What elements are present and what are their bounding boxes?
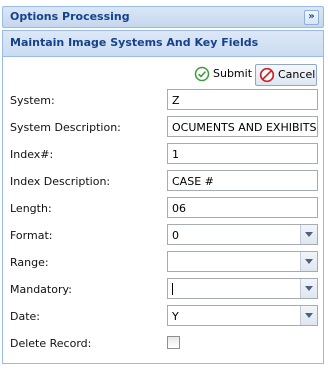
window-title: Options Processing [10,10,130,23]
text-cursor [172,283,173,295]
date-value: Y [172,310,179,323]
length-label: Length: [10,202,52,215]
system-description-row: System Description: OCUMENTS AND EXHIBIT… [10,116,320,138]
format-label: Format: [10,229,53,242]
date-label: Date: [10,310,40,323]
mandatory-label: Mandatory: [10,283,72,296]
index-number-row: Index#: 1 [10,143,320,165]
index-description-label: Index Description: [10,175,111,188]
system-label: System: [10,94,55,107]
length-row: Length: 06 [10,197,320,219]
chevron-down-icon[interactable] [300,279,317,298]
chevron-down-icon[interactable] [300,306,317,325]
date-select[interactable]: Y [167,305,318,326]
range-select[interactable] [167,251,318,272]
length-field[interactable]: 06 [167,197,318,218]
system-description-field[interactable]: OCUMENTS AND EXHIBITS [167,116,318,137]
format-row: Format: 0 [10,224,320,246]
cancel-label: Cancel [278,68,316,81]
cancel-circle-icon [259,67,275,83]
delete-record-label: Delete Record: [10,337,92,350]
system-description-label: System Description: [10,121,121,134]
format-select[interactable]: 0 [167,224,318,245]
system-field[interactable]: Z [167,89,318,110]
submit-button[interactable]: Submit [191,64,253,86]
format-value: 0 [172,229,179,242]
index-description-row: Index Description: CASE # [10,170,320,192]
mandatory-select[interactable] [167,278,318,299]
options-processing-window: Options Processing » Maintain Image Syst… [0,0,328,370]
double-chevron-right-icon: » [308,11,315,22]
window-titlebar: Options Processing » [2,6,324,28]
chevron-down-icon[interactable] [300,225,317,244]
delete-record-row: Delete Record: [10,332,320,354]
range-row: Range: [10,251,320,273]
delete-record-checkbox[interactable] [167,336,180,349]
index-number-label: Index#: [10,148,54,161]
date-row: Date: Y [10,305,320,327]
range-label: Range: [10,256,49,269]
index-description-field[interactable]: CASE # [167,170,318,191]
collapse-button[interactable]: » [304,10,319,25]
index-number-field[interactable]: 1 [167,143,318,164]
maintain-image-systems-panel: Maintain Image Systems And Key Fields Su… [2,30,324,364]
chevron-down-icon[interactable] [300,252,317,271]
submit-label: Submit [213,67,253,80]
check-circle-icon [194,66,210,82]
cancel-button[interactable]: Cancel [255,64,317,86]
system-row: System: Z [10,89,320,111]
mandatory-row: Mandatory: [10,278,320,300]
panel-title: Maintain Image Systems And Key Fields [3,31,323,57]
